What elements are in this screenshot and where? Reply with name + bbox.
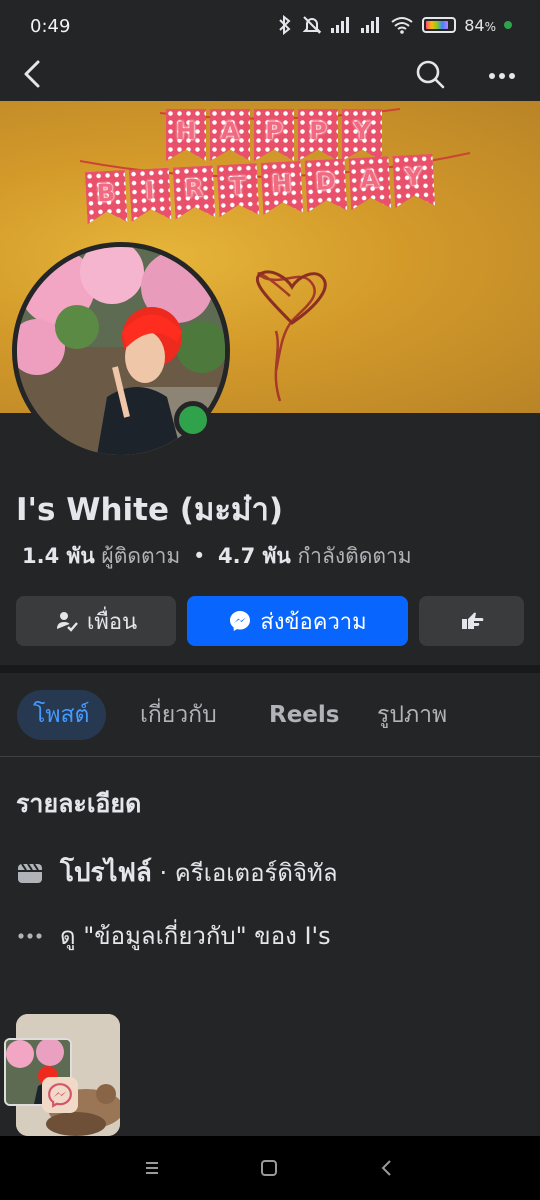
see-about-text[interactable]: ดู "ข้อมูลเกี่ยวกับ" ของ I's <box>60 916 331 955</box>
banner-happy: H A P P Y <box>166 109 382 161</box>
battery-icon <box>422 17 457 33</box>
followers-count[interactable]: 1.4 พัน <box>22 544 95 568</box>
friends-button-label: เพื่อน <box>86 609 138 635</box>
profile-name: I's White (มะม๋า) <box>16 492 284 528</box>
banner-flag: A <box>210 109 250 161</box>
banner-flag: I <box>129 168 172 222</box>
online-status-indicator <box>174 401 212 439</box>
profile-type-row: โปรไฟล์ · ครีเอเตอร์ดิจิทัล <box>16 852 338 893</box>
messenger-badge <box>42 1077 78 1113</box>
following-label[interactable]: กำลังติดตาม <box>297 544 411 568</box>
mute-icon <box>302 16 322 34</box>
more-actions-button[interactable] <box>419 596 524 646</box>
search-icon[interactable] <box>412 56 448 92</box>
tabs-divider <box>0 756 540 757</box>
friend-check-icon <box>56 612 78 632</box>
send-message-button[interactable]: ส่งข้อความ <box>187 596 408 646</box>
followers-label[interactable]: ผู้ติดตาม <box>101 544 180 568</box>
tab-photos[interactable]: รูปภาพ <box>377 690 447 740</box>
banner-flag: P <box>254 109 294 161</box>
top-navigation <box>0 52 540 100</box>
profile-tabs: โพสต์ เกี่ยวกับ Reels รูปภาพ <box>0 688 540 744</box>
see-about-row[interactable]: ดู "ข้อมูลเกี่ยวกับ" ของ I's <box>16 916 331 955</box>
system-navigation-bar <box>0 1136 540 1200</box>
signal-icon <box>331 17 350 33</box>
home-icon[interactable] <box>257 1156 281 1180</box>
signal-icon <box>361 17 380 33</box>
following-count[interactable]: 4.7 พัน <box>218 544 291 568</box>
clapperboard-icon <box>18 862 42 883</box>
banner-flag: T <box>217 163 260 217</box>
details-title: รายละเอียด <box>16 789 142 818</box>
tab-about[interactable]: เกี่ยวกับ <box>140 690 217 740</box>
messenger-icon <box>230 611 251 631</box>
wifi-icon <box>391 17 413 34</box>
friends-button[interactable]: เพื่อน <box>16 596 176 646</box>
battery-percent: 84% <box>464 15 496 35</box>
tab-posts[interactable]: โพสต์ <box>17 690 106 740</box>
back-arrow-icon[interactable] <box>18 56 50 92</box>
recent-apps-icon[interactable] <box>140 1156 164 1180</box>
send-message-button-label: ส่งข้อความ <box>260 609 367 635</box>
banner-flag: R <box>173 165 216 219</box>
section-divider <box>0 665 540 673</box>
status-bar: 0:49 84% <box>0 0 540 52</box>
poke-hand-icon <box>461 612 483 629</box>
ellipsis-icon <box>18 932 42 939</box>
privacy-indicator-dot <box>504 21 512 29</box>
banner-flag: P <box>298 109 338 161</box>
back-icon[interactable] <box>375 1156 399 1180</box>
tab-reels[interactable]: Reels <box>269 690 339 740</box>
more-options-icon[interactable] <box>484 56 520 92</box>
profile-type-text: โปรไฟล์ · ครีเอเตอร์ดิจิทัล <box>60 858 338 888</box>
bluetooth-icon <box>279 15 291 35</box>
banner-flag: D <box>305 159 348 213</box>
banner-flag: B <box>85 170 128 224</box>
stats-separator: • <box>192 544 206 568</box>
profile-stats: 1.4 พัน ผู้ติดตาม • 4.7 พัน กำลังติดตาม <box>22 540 412 573</box>
banner-flag: Y <box>392 154 435 208</box>
banner-flag: H <box>166 109 206 161</box>
status-time: 0:49 <box>30 16 71 37</box>
banner-flag: Y <box>342 109 382 161</box>
banner-flag: A <box>349 156 392 210</box>
status-icons: 84% <box>276 15 512 35</box>
messenger-icon <box>48 1083 72 1108</box>
banner-flag: H <box>261 161 304 215</box>
